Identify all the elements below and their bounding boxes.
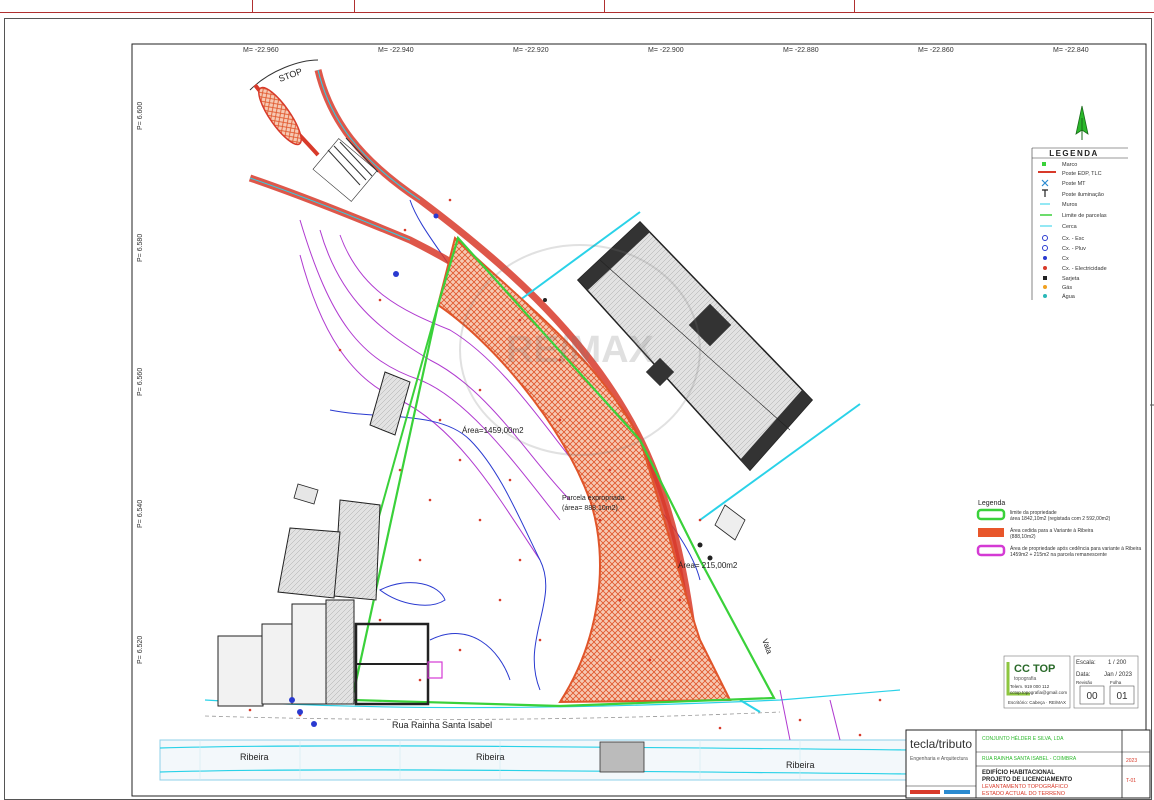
legend-item: Cx. - Esc: [1062, 236, 1085, 242]
date-value: Jan / 2023: [1104, 672, 1133, 678]
ceded-area-swatch: [978, 528, 1004, 537]
y-coord-label: P= 6.580: [137, 234, 144, 262]
legend-item: Muros: [1062, 202, 1078, 208]
owner-line: CONJUNTO HÉLDER E SILVA, LDA: [982, 735, 1064, 742]
company-logo: CC TOP: [1014, 663, 1055, 675]
x-coord-label: M= -22.840: [1053, 47, 1089, 54]
legend-item: Poste EDP, TLC: [1062, 171, 1102, 177]
y-coordinate-labels: P= 6.600 P= 6.580 P= 6.560 P= 6.540 P= 6…: [137, 102, 144, 664]
scale-label: Escala:: [1076, 660, 1096, 666]
legend-item: Água: [1062, 293, 1076, 300]
x-coord-label: M= -22.860: [918, 47, 954, 54]
x-coord-label: M= -22.880: [783, 47, 819, 54]
black-square-icon: [1043, 276, 1047, 280]
blue-circle-icon: [1042, 245, 1048, 251]
project-line: EDIFÍCIO HABITACIONAL: [982, 768, 1055, 776]
green-square-icon: [1042, 162, 1046, 166]
y-coord-label: P= 6.560: [137, 368, 144, 396]
legend-item: Cx: [1062, 256, 1069, 262]
red-dot-icon: [1043, 266, 1047, 270]
legend-bottom-item: (888,10m2): [1010, 534, 1036, 540]
x-coord-label: M= -22.940: [378, 47, 414, 54]
revision-value: 00: [1086, 691, 1098, 702]
company-sub: topografia: [1014, 676, 1036, 682]
project-code: 2023: [1126, 758, 1137, 764]
blue-x-icon: [1041, 179, 1049, 187]
legend-item: Marco: [1062, 162, 1077, 168]
project-line: LEVANTAMENTO TOPOGRÁFICO: [982, 783, 1069, 790]
vala-label: Vala: [760, 638, 774, 656]
lamp-post-icon: [1042, 189, 1048, 197]
stop-area: STOP: [249, 59, 379, 202]
legend-bottom: Legenda limite da propriedade área 1842,…: [976, 500, 1141, 558]
legend-title: LEGENDA: [1049, 149, 1099, 158]
company-footer: Escritório: Cabeça · RE/MAX: [1008, 700, 1066, 705]
street-center-line: [204, 711, 781, 720]
river-label: Ribeira: [240, 752, 269, 762]
legend-bottom-item: Área de propriedade após cedência para v…: [1010, 545, 1141, 552]
y-coord-label: P= 6.600: [137, 102, 144, 130]
scale-box: Escala: 1 / 200 Data: Jan / 2023 Revisão…: [1073, 655, 1139, 709]
bridge-structure: [599, 741, 645, 773]
sheet-value: 01: [1116, 691, 1128, 702]
project-line: PROJETO DE LICENCIAMENTO: [982, 777, 1072, 783]
neighbouring-buildings: [217, 371, 443, 707]
y-coord-label: P= 6.540: [137, 500, 144, 528]
company-contact: Telem. 919 000 112: [1010, 684, 1050, 689]
sheet-code: T-01: [1126, 778, 1136, 784]
x-coord-label: M= -22.960: [243, 47, 279, 54]
legend-item: Limite de parcelas: [1062, 213, 1107, 219]
teal-dot-icon: [1043, 294, 1047, 298]
brand-logo: tecla/tributo: [910, 737, 972, 751]
legend-item: Sarjeta: [1062, 276, 1080, 282]
orange-dot-icon: [1043, 285, 1047, 289]
legend-item: Cx. - Pluv: [1062, 246, 1086, 252]
legend-item: Cerca: [1062, 224, 1078, 230]
legend-bottom-item: 1459m2 + 215m2 na parcela remanescente: [1010, 552, 1107, 558]
company-box: CC TOP topografia Telem. 919 000 112 cct…: [1003, 655, 1071, 709]
brand-sub: Engenharia e Arquitectura: [910, 756, 968, 762]
location-line: RUA RAINHA SANTA ISABEL - COIMBRA: [982, 756, 1077, 762]
x-coord-label: M= -22.920: [513, 47, 549, 54]
north-arrow-icon: [1075, 105, 1089, 140]
parcel-label: Parcela expropriada: [562, 495, 625, 502]
scale-value: 1 / 200: [1108, 660, 1127, 666]
area-main-label: Área=1459,00m2: [462, 426, 524, 435]
parcel-area-label: (área= 888,10m2): [562, 505, 618, 512]
topographic-map: M= -22.960 M= -22.940 M= -22.920 M= -22.…: [131, 43, 1154, 799]
date-label: Data:: [1076, 672, 1091, 678]
legend-bottom-title: Legenda: [978, 500, 1005, 507]
boundary-swatch: [976, 508, 1006, 521]
y-coord-label: P= 6.520: [137, 636, 144, 664]
company-contact: cctop.topografia@gmail.com: [1010, 690, 1067, 695]
legend-top: LEGENDA Marco Poste EDP, TLC Poste MT Po…: [1031, 147, 1128, 300]
river-label: Ribeira: [476, 752, 505, 762]
street-label: Rua Rainha Santa Isabel: [392, 720, 492, 730]
contour-lines: [299, 219, 841, 741]
area-small-label: Área= 215,00m2: [678, 561, 738, 570]
legend-item: Gás: [1062, 285, 1072, 291]
legend-item: Poste MT: [1062, 181, 1086, 187]
revision-label: Revisão: [1076, 680, 1093, 685]
remaining-area-swatch: [976, 544, 1006, 557]
watermark-text: RE/MAX: [506, 329, 654, 371]
blue-circle-icon: [1042, 235, 1048, 241]
legend-bottom-item: Área cedida para a Variante à Ribeira: [1010, 527, 1094, 534]
legend-item: Cx. - Electricidade: [1062, 266, 1107, 272]
x-coord-label: M= -22.900: [648, 47, 684, 54]
river-label: Ribeira: [786, 760, 815, 770]
legend-bottom-item: área 1842,10m2 (registada com 2 592,00m2…: [1010, 516, 1111, 522]
sheet-label: Folha: [1110, 680, 1122, 685]
x-coordinate-labels: M= -22.960 M= -22.940 M= -22.920 M= -22.…: [243, 47, 1089, 54]
blue-dot-icon: [1043, 256, 1047, 260]
legend-item: Poste iluminação: [1062, 192, 1104, 198]
title-block: tecla/tributo Engenharia e Arquitectura …: [905, 729, 1151, 799]
project-line: ESTADO ACTUAL DO TERRENO: [982, 791, 1066, 797]
